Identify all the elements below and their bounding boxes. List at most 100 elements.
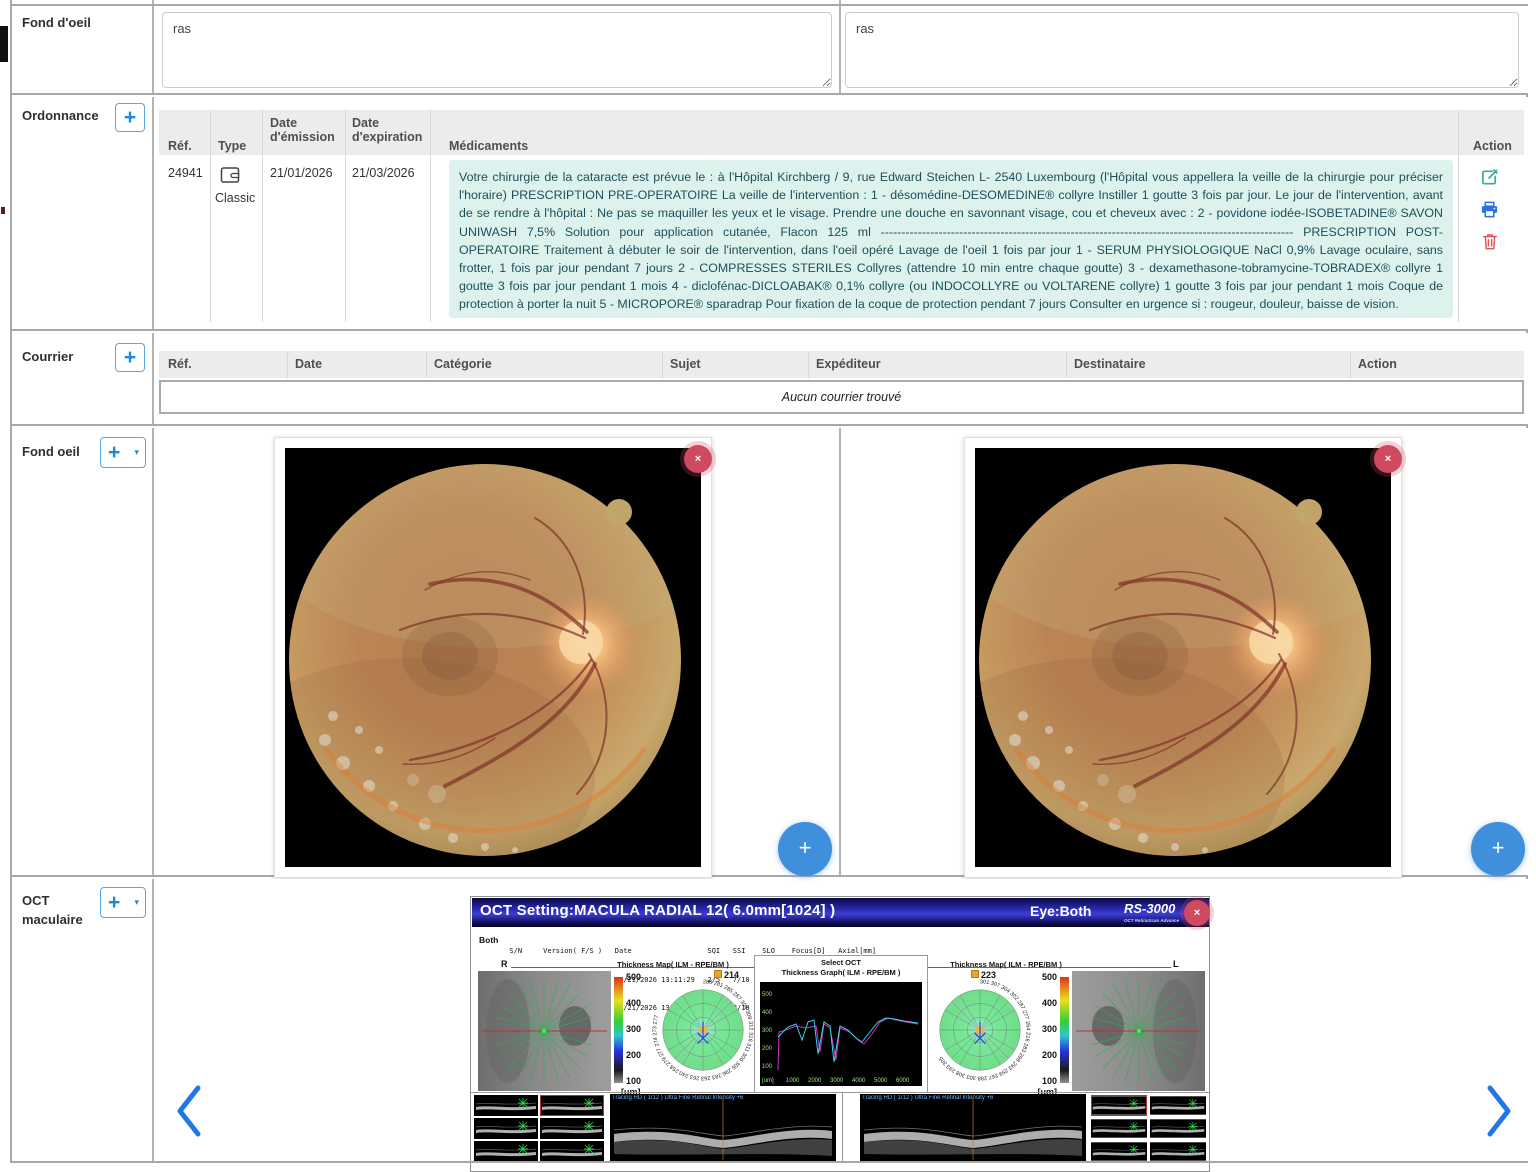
scale-tick: 300 [626, 1025, 641, 1034]
scale-tick: 400 [626, 999, 641, 1008]
ordonnance-date-expiration: 21/03/2026 [352, 166, 415, 180]
scale-tick: 100 [626, 1077, 641, 1086]
ordonnance-type: Classic [215, 191, 255, 205]
oct-report-image[interactable]: OCT Setting:MACULA RADIAL 12( 6.0mm[1024… [470, 896, 1210, 1172]
bscan-thumbnail [540, 1141, 604, 1162]
bscan-thumbnail [474, 1141, 538, 1162]
ordonnance-label: Ordonnance [22, 108, 99, 123]
slo-image-left [478, 971, 611, 1091]
plus-icon: + [799, 835, 812, 860]
fundus-image [975, 448, 1391, 867]
caret-down-icon: ▾ [134, 447, 139, 458]
chevron-right-icon[interactable] [1484, 1084, 1514, 1138]
courrier-col-destinataire: Destinataire [1074, 357, 1146, 371]
bscan-thumbnail-selected [1091, 1095, 1147, 1116]
scale-tick: 200 [626, 1051, 641, 1060]
oct-r-label: R [501, 959, 508, 969]
print-icon[interactable] [1480, 200, 1499, 219]
etdrs-map-left: 280 281 285 287 304 309 312 316 311 300 … [649, 971, 757, 1089]
ordonnance-medicaments-text: Votre chirurgie de la cataracte est prév… [449, 160, 1453, 318]
courrier-col-categorie: Catégorie [434, 357, 492, 371]
plus-icon: + [1492, 835, 1505, 860]
bscan-thumbnail [1091, 1141, 1147, 1162]
close-icon[interactable]: × [684, 445, 712, 473]
scale-tick: 500 [1033, 973, 1057, 982]
fond-doeil-right-textarea[interactable]: ras [845, 12, 1519, 88]
courrier-label: Courrier [22, 349, 73, 364]
fundus-photo-right[interactable] [964, 437, 1402, 878]
oct-label: OCT maculaire [22, 891, 98, 929]
svg-text:3000: 3000 [830, 1078, 844, 1084]
row-ordonnance: Ordonnance + Réf. Type Date d'émission D… [12, 97, 1528, 331]
bscan-thumbnail [1091, 1118, 1147, 1139]
plus-icon: + [108, 889, 120, 916]
svg-text:[um]: [um] [762, 1078, 774, 1084]
bscan-thumbnail [1150, 1118, 1206, 1139]
map-title-right: Thickness Map( ILM - RPE/BM ) [936, 960, 1076, 969]
svg-text:6000: 6000 [896, 1078, 910, 1084]
thickness-graph: 500 400 300 200 100 [um] 1000 2000 3000 … [760, 982, 922, 1086]
courrier-col-expediteur: Expéditeur [816, 357, 881, 371]
fundus-photo-left[interactable] [274, 437, 712, 878]
col-type: Type [218, 139, 246, 153]
fond-doeil-left-textarea[interactable]: ras [162, 12, 832, 88]
tracing-label-left: Tracing HD ( 1/12 ) Ultra Fine Retinal I… [612, 1095, 834, 1101]
bscan-thumbnail [474, 1095, 538, 1116]
etdrs-map-right: 301 307 304 302 287 277 264 216 283 298 … [926, 971, 1034, 1089]
slo-image-right [1072, 971, 1205, 1091]
plus-icon: + [108, 439, 120, 466]
trash-icon[interactable] [1481, 232, 1499, 251]
scale-tick: 300 [1033, 1025, 1057, 1034]
svg-text:100: 100 [762, 1064, 773, 1070]
fond-oeil-label: Fond oeil [22, 444, 80, 459]
col-ref: Réf. [168, 139, 192, 153]
add-ordonnance-button[interactable]: + [115, 103, 145, 132]
col-medicaments: Médicaments [449, 139, 528, 153]
left-gutter-fragment [0, 26, 8, 62]
oct-report-header: OCT Setting:MACULA RADIAL 12( 6.0mm[1024… [472, 898, 1210, 927]
add-fond-oeil-button[interactable]: + ▾ [100, 437, 146, 468]
bscan-thumbnail [540, 1118, 604, 1139]
add-image-left-button[interactable]: + [778, 822, 832, 876]
bscan-thumbnail-selected [540, 1095, 604, 1116]
select-oct-panel: Select OCT Thickness Graph( ILM - RPE/BM… [754, 955, 928, 1092]
close-icon[interactable]: × [1374, 445, 1402, 473]
fond-doeil-label: Fond d'oeil [22, 15, 91, 30]
close-icon[interactable]: × [1184, 900, 1210, 926]
row-fond-doeil: Fond d'oeil ras ras [12, 6, 1528, 95]
add-image-right-button[interactable]: + [1471, 822, 1525, 876]
graph-title: Thickness Graph( ILM - RPE/BM ) [755, 968, 927, 977]
courrier-col-sujet: Sujet [670, 357, 701, 371]
row-courrier: Courrier + Réf. Date Catégorie Sujet Exp… [12, 333, 1528, 426]
scale-tick: 400 [1033, 999, 1057, 1008]
courrier-col-action: Action [1358, 357, 1397, 371]
svg-text:500: 500 [762, 992, 773, 998]
row-fond-oeil-images: Fond oeil + ▾ × + × + [12, 428, 1528, 877]
svg-text:1000: 1000 [786, 1078, 800, 1084]
oct-report-title: OCT Setting:MACULA RADIAL 12( 6.0mm[1024… [480, 902, 835, 919]
svg-text:200: 200 [762, 1046, 773, 1052]
oct-l-label: L [1173, 959, 1179, 969]
ordonnance-table: Réf. Type Date d'émission Date d'expirat… [159, 110, 1524, 328]
thickness-colorbar-right [1060, 977, 1069, 1083]
patient-record-table: Fond d'oeil ras ras Ordonnance + Réf. Ty… [10, 0, 1528, 1163]
bscan-large-right [860, 1094, 1086, 1163]
col-date-expiration: Date d'expiration [352, 116, 422, 144]
plus-icon: + [124, 346, 136, 369]
plus-icon: + [124, 106, 136, 129]
svg-text:4000: 4000 [852, 1078, 866, 1084]
bscan-thumbnail [474, 1118, 538, 1139]
chevron-left-icon[interactable] [174, 1084, 204, 1138]
scale-tick: 200 [1033, 1051, 1057, 1060]
col-action: Action [1473, 139, 1512, 153]
col-date-emission: Date d'émission [270, 116, 334, 144]
add-courrier-button[interactable]: + [115, 343, 145, 372]
wallet-icon [220, 166, 242, 190]
oct-both-label: Both [479, 935, 498, 945]
caret-down-icon: ▾ [134, 897, 139, 908]
courrier-empty-message: Aucun courrier trouvé [159, 380, 1524, 414]
left-gutter-dot [1, 207, 5, 214]
edit-icon[interactable] [1480, 168, 1499, 187]
oct-report-eye: Eye:Both [1030, 903, 1091, 919]
add-oct-button[interactable]: + ▾ [100, 887, 146, 918]
